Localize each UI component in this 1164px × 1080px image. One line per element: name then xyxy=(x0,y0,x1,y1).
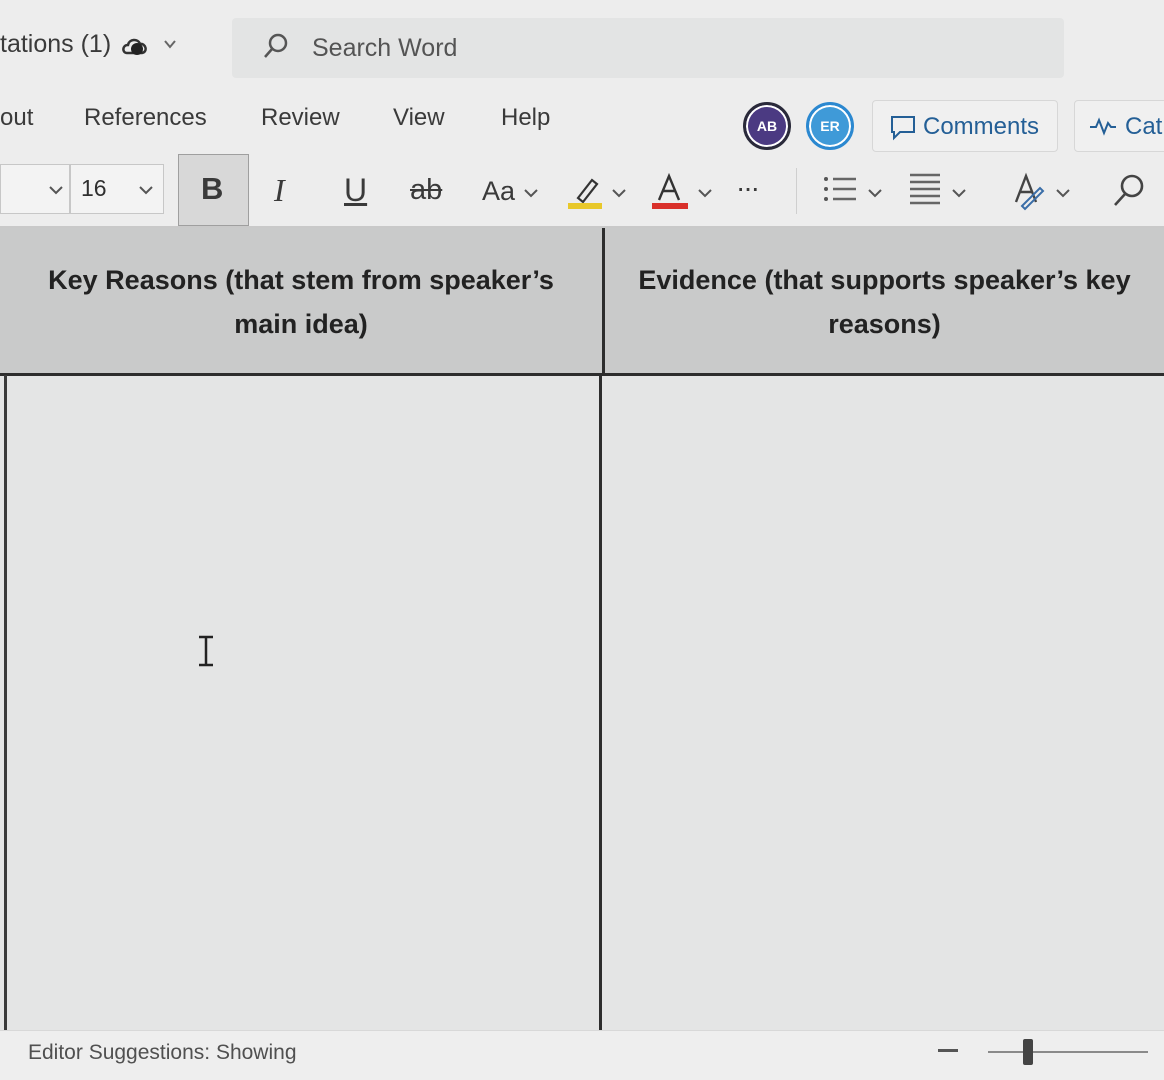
formatting-toolbar: 16 B I U ab Aa ··· xyxy=(0,154,1164,228)
font-name-dropdown[interactable] xyxy=(0,164,70,214)
chevron-down-icon xyxy=(49,186,63,195)
comment-icon xyxy=(891,116,915,141)
italic-button[interactable]: I xyxy=(274,172,285,209)
highlighter-icon[interactable] xyxy=(566,172,606,212)
toolbar-divider xyxy=(796,168,797,214)
underline-button[interactable]: U xyxy=(344,172,367,209)
catch-up-label: Cat xyxy=(1125,113,1163,140)
more-options-button[interactable]: ··· xyxy=(736,172,760,204)
avatar-er[interactable]: ER xyxy=(806,102,854,150)
status-bar: Editor Suggestions: Showing xyxy=(0,1030,1164,1080)
editor-suggestions-status[interactable]: Editor Suggestions: Showing xyxy=(28,1041,297,1065)
tab-layout[interactable]: out xyxy=(0,104,33,132)
catch-up-button[interactable]: Cat xyxy=(1074,100,1164,152)
tab-help[interactable]: Help xyxy=(501,104,550,132)
search-box[interactable]: Search Word xyxy=(232,18,1064,78)
bold-label: B xyxy=(201,171,224,206)
table-cell-evidence[interactable] xyxy=(602,376,1164,1030)
search-input[interactable]: Search Word xyxy=(312,34,457,63)
ribbon-tabs: out References Review View Help AB ER Co… xyxy=(0,90,1164,154)
font-size-value: 16 xyxy=(81,175,107,201)
find-icon[interactable] xyxy=(1110,172,1150,210)
chevron-down-icon[interactable] xyxy=(162,36,178,52)
chevron-down-icon[interactable] xyxy=(866,184,884,202)
search-icon xyxy=(264,33,288,58)
document-title[interactable]: tations (1) xyxy=(0,30,111,59)
document-canvas[interactable]: Key Reasons (that stem from speaker’s ma… xyxy=(0,228,1164,1030)
cloud-sync-icon[interactable] xyxy=(120,32,150,60)
title-bar: tations (1) Search Word xyxy=(0,0,1164,90)
styles-icon[interactable] xyxy=(1008,170,1048,212)
comments-button[interactable]: Comments xyxy=(872,100,1058,152)
tab-references[interactable]: References xyxy=(84,104,207,132)
change-case-button[interactable]: Aa xyxy=(482,176,515,207)
strikethrough-button[interactable]: ab xyxy=(410,174,442,207)
table-header-evidence[interactable]: Evidence (that supports speaker’s key re… xyxy=(605,228,1164,375)
chevron-down-icon[interactable] xyxy=(950,184,968,202)
chevron-down-icon[interactable] xyxy=(522,184,540,202)
align-icon[interactable] xyxy=(908,170,944,210)
tab-view[interactable]: View xyxy=(393,104,445,132)
table-header-key-reasons[interactable]: Key Reasons (that stem from speaker’s ma… xyxy=(0,228,602,375)
bullet-list-icon[interactable] xyxy=(822,172,858,208)
chevron-down-icon xyxy=(139,186,153,195)
zoom-slider-thumb[interactable] xyxy=(1023,1039,1033,1065)
zoom-slider[interactable] xyxy=(988,1051,1148,1053)
bold-button[interactable]: B xyxy=(178,154,249,226)
table-cell-key-reasons[interactable] xyxy=(7,376,599,1030)
chevron-down-icon[interactable] xyxy=(696,184,714,202)
font-color-icon[interactable] xyxy=(650,170,690,212)
comments-label: Comments xyxy=(923,113,1040,140)
text-cursor-icon xyxy=(199,635,213,667)
avatar-ab[interactable]: AB xyxy=(743,102,791,150)
chevron-down-icon[interactable] xyxy=(610,184,628,202)
table-border xyxy=(602,228,605,375)
activity-icon xyxy=(1090,117,1116,136)
zoom-out-button[interactable] xyxy=(938,1049,958,1052)
chevron-down-icon[interactable] xyxy=(1054,184,1072,202)
font-size-dropdown[interactable]: 16 xyxy=(70,164,164,214)
tab-review[interactable]: Review xyxy=(261,104,340,132)
